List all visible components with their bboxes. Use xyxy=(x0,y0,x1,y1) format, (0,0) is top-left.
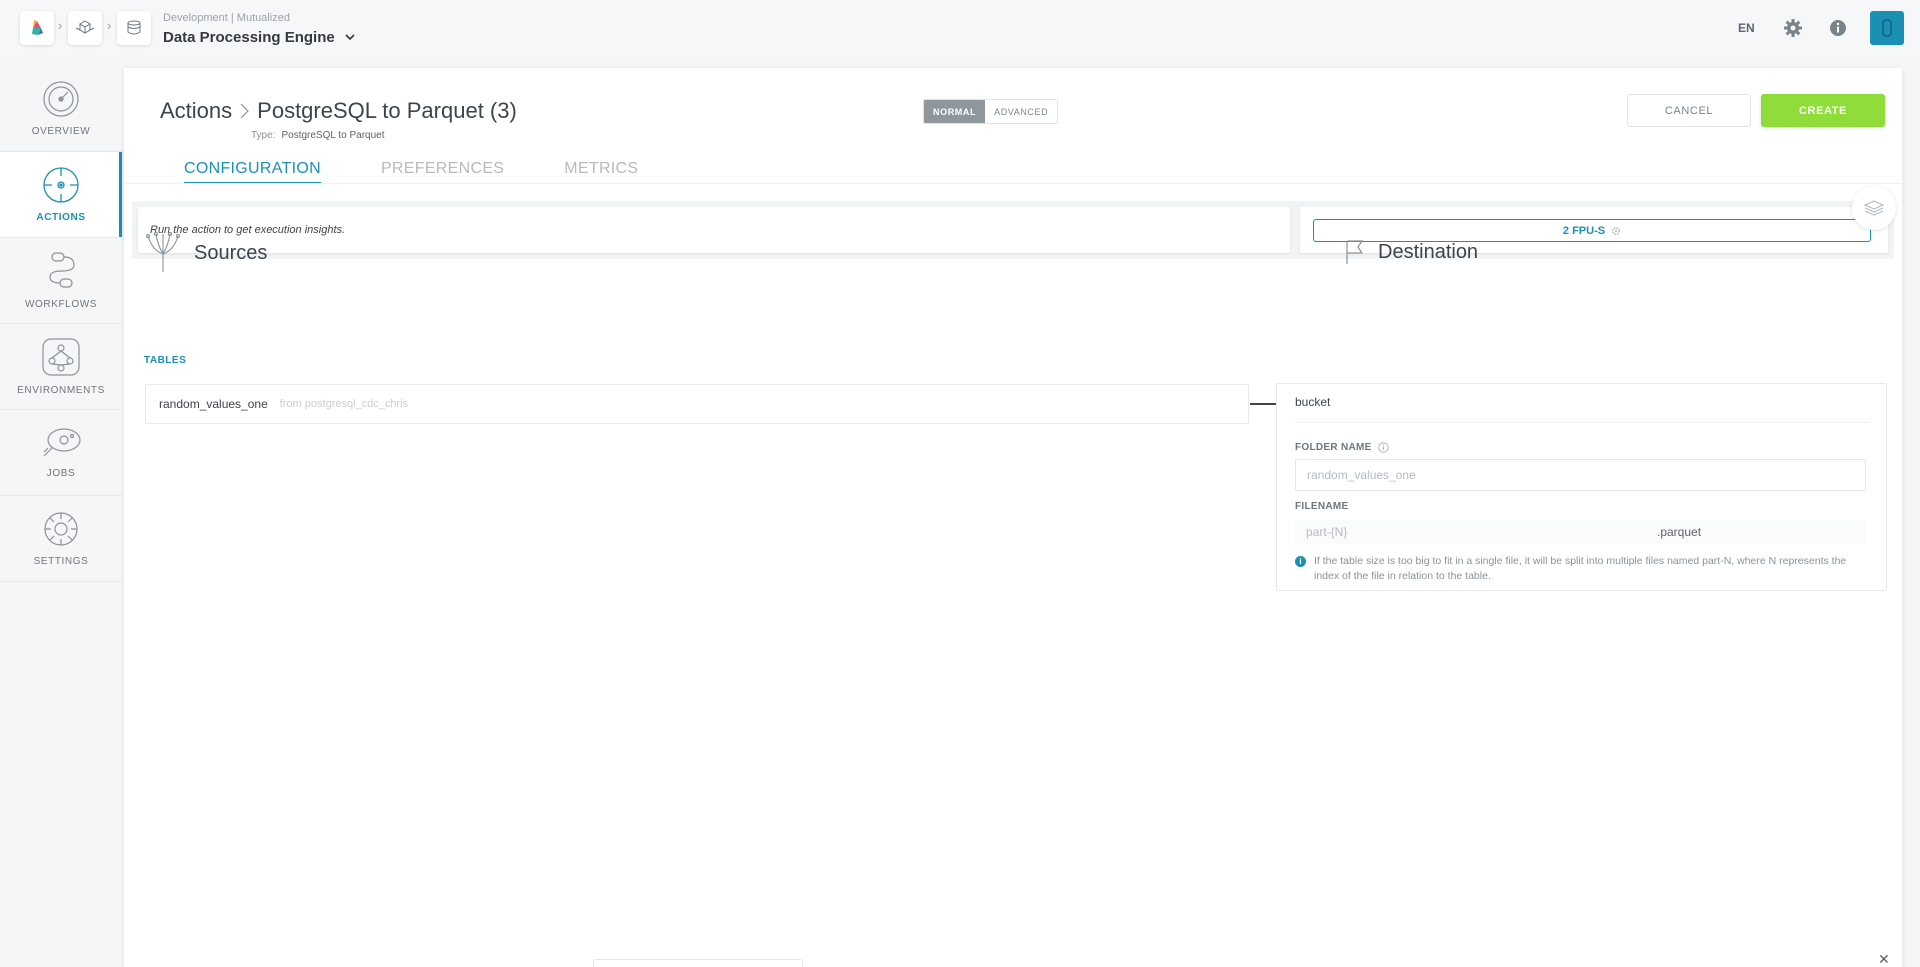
sidebar-item-label: ACTIONS xyxy=(36,212,86,223)
filename-note: i If the table size is too big to fit in… xyxy=(1295,554,1855,584)
engine-selector[interactable]: Data Processing Engine xyxy=(163,29,355,46)
action-type-value: PostgreSQL to Parquet xyxy=(281,130,385,141)
engine-title: Data Processing Engine xyxy=(163,29,335,46)
breadcrumb-separator: › xyxy=(58,18,63,33)
info-icon[interactable] xyxy=(1827,17,1849,39)
breadcrumb-separator: › xyxy=(107,18,112,33)
gauge-icon xyxy=(43,81,79,117)
folder-name-label-text: FOLDER NAME xyxy=(1295,442,1372,453)
sources-title: Sources xyxy=(194,241,268,264)
tab-bar: CONFIGURATION PREFERENCES METRICS xyxy=(184,160,698,184)
sidebar-item-label: JOBS xyxy=(46,468,76,479)
sources-icon xyxy=(145,232,181,272)
sidebar-item-settings[interactable]: SETTINGS xyxy=(0,496,122,582)
action-name: PostgreSQL to Parquet (3) xyxy=(257,98,517,123)
file-extension: .parquet xyxy=(1657,525,1702,539)
filename-label: FILENAME xyxy=(1295,501,1349,512)
satellite-icon xyxy=(43,428,81,457)
filename-input[interactable] xyxy=(1295,520,1665,544)
layers-icon xyxy=(1863,200,1885,216)
filename-note-text: If the table size is too big to fit in a… xyxy=(1314,555,1847,582)
action-type-label: Type: xyxy=(251,130,276,141)
sidebar-item-label: SETTINGS xyxy=(33,556,89,567)
table-name: random_values_one xyxy=(159,397,268,411)
language-switcher[interactable]: EN xyxy=(1738,21,1755,35)
create-button[interactable]: CREATE xyxy=(1761,94,1885,127)
environment-subtitle: Development | Mutualized xyxy=(163,12,290,24)
flag-icon xyxy=(1346,240,1364,264)
logo-icon[interactable] xyxy=(20,11,54,45)
action-editor-panel: Actions PostgreSQL to Parquet (3) Type: P… xyxy=(124,68,1902,967)
breadcrumb-actions-link[interactable]: Actions xyxy=(160,98,232,124)
close-icon[interactable]: ✕ xyxy=(1878,951,1890,967)
sidebar-item-label: ENVIRONMENTS xyxy=(17,385,105,396)
source-table-row[interactable]: random_values_one from postgresql_cdc_ch… xyxy=(145,384,1249,424)
mode-toggle: NORMAL ADVANCED xyxy=(923,99,1059,124)
fpu-value: 2 FPU-S xyxy=(1562,224,1606,237)
mode-normal-button[interactable]: NORMAL xyxy=(924,100,986,123)
execution-insights: Run the action to get execution insights… xyxy=(138,207,1290,253)
tab-configuration[interactable]: CONFIGURATION xyxy=(184,160,321,184)
destination-card: bucket FOLDER NAME FILENAME .parquet i I… xyxy=(1276,383,1887,591)
folder-name-input[interactable] xyxy=(1295,459,1866,491)
tab-divider xyxy=(124,183,1902,184)
workflow-icon xyxy=(49,252,75,288)
sidebar-item-label: WORKFLOWS xyxy=(24,299,98,310)
engine-icon[interactable] xyxy=(117,11,151,45)
sidebar-item-overview[interactable]: OVERVIEW xyxy=(0,66,122,152)
sidebar: OVERVIEW ACTIONS WORKFLOWS ENVIRONMENTS … xyxy=(0,66,122,582)
folder-name-label: FOLDER NAME xyxy=(1295,442,1389,453)
cog-icon xyxy=(44,512,78,546)
sidebar-item-label: OVERVIEW xyxy=(31,126,91,137)
filename-field: .parquet xyxy=(1295,520,1866,544)
tab-metrics[interactable]: METRICS xyxy=(564,160,638,184)
sidebar-item-workflows[interactable]: WORKFLOWS xyxy=(0,238,122,324)
action-type: Type: PostgreSQL to Parquet xyxy=(251,130,385,141)
destination-title: Destination xyxy=(1378,240,1479,263)
cube-cluster-icon[interactable] xyxy=(68,11,102,45)
small-gear-icon xyxy=(1612,226,1621,235)
sidebar-item-environments[interactable]: ENVIRONMENTS xyxy=(0,324,122,410)
destination-name: bucket xyxy=(1295,395,1331,409)
mapping-connector xyxy=(1250,403,1276,405)
tables-label: TABLES xyxy=(144,355,187,366)
bottom-drawer-handle[interactable] xyxy=(593,959,803,967)
page-title: Actions PostgreSQL to Parquet (3) xyxy=(160,98,517,124)
cancel-button[interactable]: CANCEL xyxy=(1627,94,1751,127)
user-icon xyxy=(1882,19,1892,37)
info-icon[interactable] xyxy=(1377,442,1389,453)
sidebar-item-jobs[interactable]: JOBS xyxy=(0,410,122,496)
side-panel-toggle[interactable] xyxy=(1852,186,1896,230)
sources-header: Sources xyxy=(144,232,267,274)
tab-preferences[interactable]: PREFERENCES xyxy=(381,160,504,184)
chevron-down-icon xyxy=(345,34,355,41)
insights-bar: Run the action to get execution insights… xyxy=(132,201,1894,259)
destination-header: Destination xyxy=(1344,238,1478,266)
table-source: from postgresql_cdc_chris xyxy=(279,398,409,410)
info-circle-icon: i xyxy=(1295,556,1306,567)
network-icon xyxy=(42,338,80,376)
chevron-right-icon xyxy=(240,103,250,119)
mode-advanced-button[interactable]: ADVANCED xyxy=(985,100,1058,123)
gear-icon[interactable] xyxy=(1782,17,1804,39)
top-bar: › › Development | Mutualized Data Proces… xyxy=(0,0,1920,58)
target-icon xyxy=(43,167,79,203)
divider xyxy=(1295,422,1870,423)
user-avatar[interactable] xyxy=(1870,11,1904,45)
sidebar-item-actions[interactable]: ACTIONS xyxy=(0,152,122,238)
